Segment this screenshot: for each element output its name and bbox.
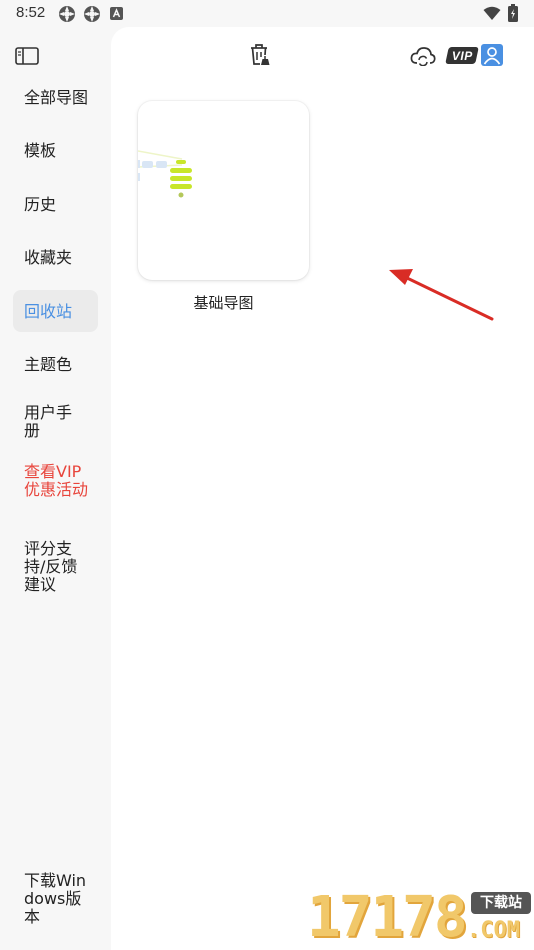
watermark-number: 17178 <box>307 885 468 950</box>
sidebar-item-rate-feedback[interactable]: 评分支持/反馈建议 <box>24 540 80 594</box>
annotation-arrow <box>389 269 494 321</box>
mindmap-card-title: 基础导图 <box>193 294 254 312</box>
keyboard-notification-icon <box>110 7 123 20</box>
sidebar-item-all-maps[interactable]: 全部导图 <box>24 89 92 107</box>
wifi-icon <box>483 6 501 20</box>
sidebar-item-favorites[interactable]: 收藏夹 <box>24 249 104 267</box>
sidebar-toggle-icon[interactable] <box>15 47 39 65</box>
app-notification-icon <box>84 6 100 22</box>
sidebar-item-theme-color[interactable]: 主题色 <box>24 356 104 374</box>
sidebar-item-templates[interactable]: 模板 <box>24 142 104 160</box>
sidebar-item-history[interactable]: 历史 <box>24 196 104 214</box>
mindmap-card[interactable] <box>138 101 309 280</box>
clear-trash-icon[interactable] <box>248 43 272 68</box>
user-account-icon[interactable] <box>481 44 503 66</box>
sidebar-item-vip-promo[interactable]: 查看VIP优惠活动 <box>24 463 92 499</box>
vip-badge-button[interactable]: VIP <box>445 47 479 64</box>
sidebar-item-download-windows[interactable]: 下载Windows版本 <box>24 872 94 926</box>
main-panel: VIP 基础导图 <box>111 27 534 950</box>
status-bar: 8:52 <box>0 0 534 27</box>
status-time: 8:52 <box>16 4 46 21</box>
vip-badge-label: VIP <box>451 48 473 63</box>
sidebar-item-user-manual[interactable]: 用户手册 <box>24 404 80 440</box>
cloud-sync-icon[interactable] <box>410 46 436 66</box>
app-notification-icon <box>59 6 75 22</box>
site-watermark: 17178 下载站 .COM <box>307 884 534 950</box>
watermark-tag: 下载站 <box>471 892 531 914</box>
sidebar: 全部导图 模板 历史 收藏夹 回收站 主题色 用户手册 查看VIP优惠活动 评分… <box>0 27 110 950</box>
battery-icon <box>508 4 518 22</box>
watermark-domain: .COM <box>467 918 520 943</box>
sidebar-item-recycle-bin[interactable]: 回收站 <box>24 303 104 321</box>
mindmap-thumbnail <box>138 150 192 198</box>
